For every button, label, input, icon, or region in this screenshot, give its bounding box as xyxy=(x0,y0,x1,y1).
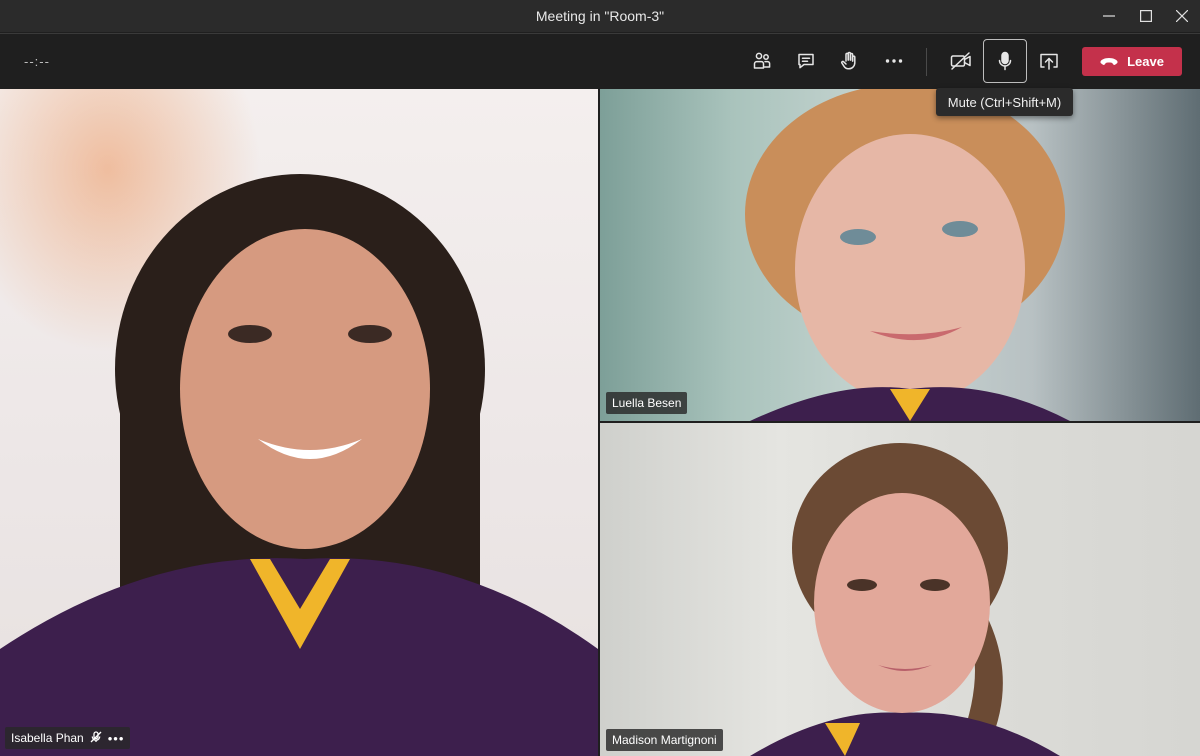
camera-off-icon xyxy=(950,52,971,70)
share-screen-button[interactable] xyxy=(1029,41,1069,81)
minimize-button[interactable] xyxy=(1091,0,1127,32)
participant-name-tag: Luella Besen xyxy=(606,392,688,414)
meeting-toolbar: --:-- Leave xyxy=(0,33,1200,88)
window-title: Meeting in "Room-3" xyxy=(535,8,665,24)
participant-video xyxy=(745,89,1070,421)
share-screen-icon xyxy=(1040,53,1058,70)
leave-label: Leave xyxy=(1127,54,1164,69)
participant-name-tag: Isabella Phan ••• xyxy=(5,727,131,749)
raise-hand-button[interactable] xyxy=(829,41,869,81)
title-bar: Meeting in "Room-3" xyxy=(0,0,1200,32)
video-tile-2[interactable]: Luella Besen xyxy=(600,89,1200,421)
participant-video xyxy=(750,443,1060,756)
close-button[interactable] xyxy=(1164,0,1200,32)
microphone-icon xyxy=(998,51,1012,71)
hand-icon xyxy=(841,51,856,70)
participant-name-tag: Madison Martignoni xyxy=(606,729,723,751)
minimize-icon xyxy=(1103,15,1115,17)
meeting-timer: --:-- xyxy=(24,54,50,69)
mute-tooltip: Mute (Ctrl+Shift+M) xyxy=(936,88,1073,116)
participant-name: Luella Besen xyxy=(612,396,682,410)
participant-more-button[interactable]: ••• xyxy=(108,731,125,746)
participants-button[interactable] xyxy=(742,41,782,81)
maximize-icon xyxy=(1140,10,1152,22)
more-actions-button[interactable] xyxy=(874,41,914,81)
chat-icon xyxy=(798,53,814,69)
microphone-toggle-button[interactable] xyxy=(983,39,1027,83)
toolbar-divider xyxy=(926,48,927,76)
participant-name: Isabella Phan xyxy=(11,731,84,745)
video-tile-1[interactable]: Isabella Phan ••• xyxy=(0,89,598,756)
chat-button[interactable] xyxy=(786,41,826,81)
participant-video xyxy=(0,174,598,756)
mic-off-icon xyxy=(90,730,102,746)
video-tile-3[interactable]: Madison Martignoni xyxy=(600,423,1200,756)
ellipsis-icon xyxy=(885,59,903,63)
camera-toggle-button[interactable] xyxy=(941,41,981,81)
close-icon xyxy=(1176,10,1188,22)
people-icon xyxy=(753,52,771,69)
maximize-button[interactable] xyxy=(1128,0,1164,32)
leave-button[interactable]: Leave xyxy=(1082,47,1182,76)
phone-hangup-icon xyxy=(1100,57,1118,65)
participant-name: Madison Martignoni xyxy=(612,733,717,747)
